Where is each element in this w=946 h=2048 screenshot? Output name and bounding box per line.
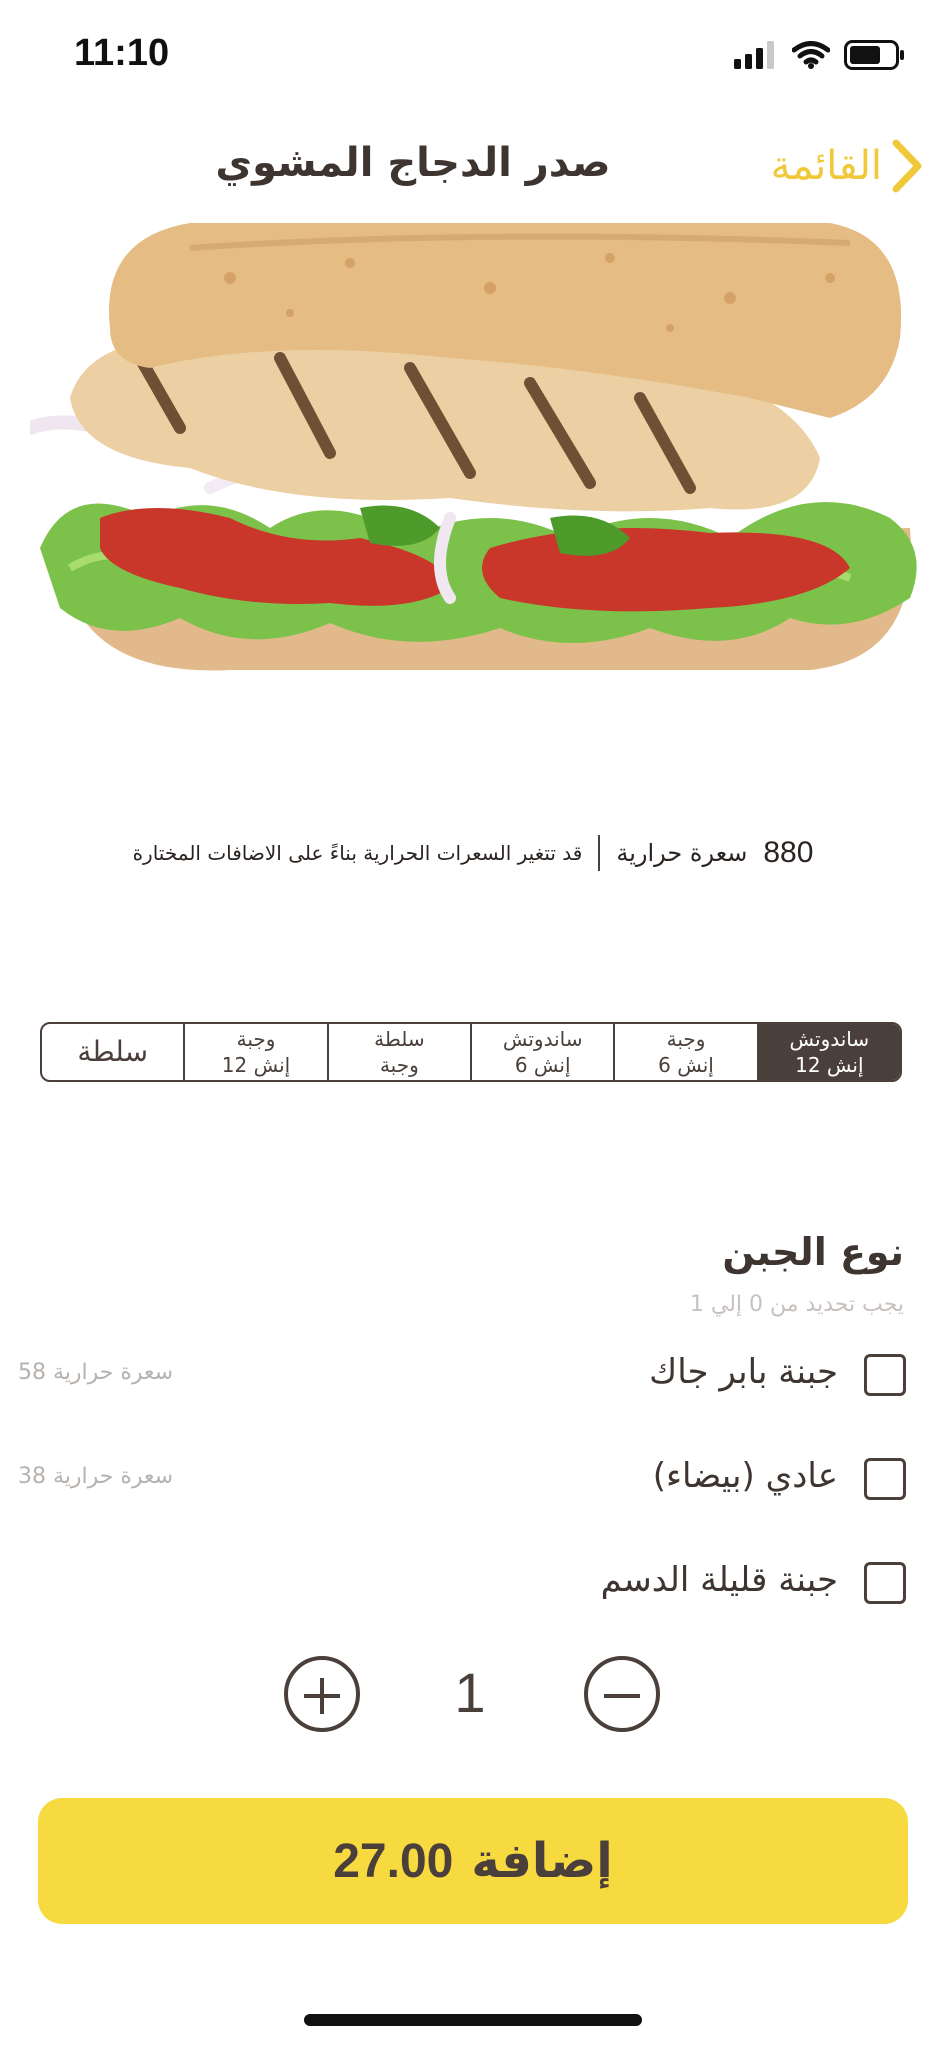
wifi-icon — [792, 41, 830, 69]
calorie-info: 880 سعرة حرارية قد تتغير السعرات الحراري… — [0, 828, 946, 878]
quantity-stepper: 1 — [0, 1656, 946, 1736]
calorie-value: 880 — [763, 836, 814, 869]
calorie-divider — [598, 835, 601, 871]
increase-quantity-button[interactable] — [284, 1656, 360, 1732]
nav-bar: صدر الدجاج المشوي القائمة — [0, 110, 946, 220]
calorie-note: قد تتغير السعرات الحرارية بناءً على الاض… — [132, 841, 583, 865]
option-label: عادي (بيضاء) — [652, 1456, 838, 1496]
section-title: نوع الجبن — [722, 1230, 904, 1274]
size-option-salad-meal[interactable]: سلطة وجبة — [326, 1024, 470, 1080]
size-option-line2: وجبة — [379, 1053, 419, 1077]
status-bar: 11:10 — [0, 0, 946, 110]
calorie-unit: سعرة حرارية — [616, 839, 748, 867]
size-option-line1: ساندوتش — [789, 1027, 870, 1051]
section-hint: يجب تحديد من 0 إلي 1 — [689, 1292, 904, 1317]
size-option-line2: 6 إنش — [514, 1053, 571, 1077]
option-calories: 58 سعرة حرارية — [18, 1360, 174, 1385]
size-option-sandwich-12[interactable]: ساندوتش 12 إنش — [756, 1024, 900, 1080]
size-option-line1: وجبة — [236, 1027, 276, 1051]
home-indicator[interactable] — [304, 2014, 642, 2026]
page-title-text: صدر الدجاج المشوي — [215, 140, 611, 186]
back-button[interactable]: القائمة — [771, 134, 922, 198]
quantity-value: 1 — [454, 1661, 486, 1724]
size-option-line1: سلطة — [77, 1035, 149, 1068]
signal-icon — [734, 41, 774, 69]
cheese-option[interactable]: عادي (بيضاء) 38 سعرة حرارية — [0, 1444, 946, 1514]
size-option-line1: سلطة — [374, 1027, 425, 1051]
size-option-sandwich-6[interactable]: ساندوتش 6 إنش — [470, 1024, 613, 1080]
cheese-option[interactable]: جبنة قليلة الدسم — [0, 1548, 946, 1618]
battery-icon — [844, 40, 904, 70]
option-label: جبنة بابر جاك — [649, 1352, 838, 1392]
size-option-line1: وجبة — [666, 1027, 706, 1051]
back-label: القائمة — [770, 143, 882, 189]
size-option-line2: 6 إنش — [658, 1053, 714, 1077]
decrease-quantity-button[interactable] — [584, 1656, 660, 1732]
add-price: 27.00 — [333, 1834, 454, 1888]
size-option-line2: 12 إنش — [795, 1053, 864, 1077]
size-option-meal-6[interactable]: وجبة 6 إنش — [613, 1024, 756, 1080]
checkbox[interactable] — [864, 1562, 906, 1604]
size-option-salad[interactable]: سلطة — [42, 1024, 183, 1080]
status-time: 11:10 — [74, 32, 170, 74]
size-option-line2: 12 إنش — [221, 1053, 291, 1077]
option-label: جبنة قليلة الدسم — [600, 1560, 838, 1600]
checkbox[interactable] — [864, 1458, 906, 1500]
status-icons — [734, 40, 906, 70]
size-option-meal-12[interactable]: وجبة 12 إنش — [183, 1024, 326, 1080]
add-to-cart-button[interactable]: إضافة 27.00 — [38, 1798, 908, 1924]
size-selector: ساندوتش 12 إنش وجبة 6 إنش ساندوتش 6 إنش سلط… — [40, 1022, 902, 1082]
option-calories: 38 سعرة حرارية — [18, 1464, 174, 1489]
cheese-option[interactable]: جبنة بابر جاك 58 سعرة حرارية — [0, 1340, 946, 1410]
size-option-line1: ساندوتش — [502, 1027, 583, 1051]
product-image — [30, 223, 917, 671]
add-label: إضافة — [471, 1833, 613, 1889]
chevron-left-icon — [892, 139, 922, 193]
checkbox[interactable] — [864, 1354, 906, 1396]
